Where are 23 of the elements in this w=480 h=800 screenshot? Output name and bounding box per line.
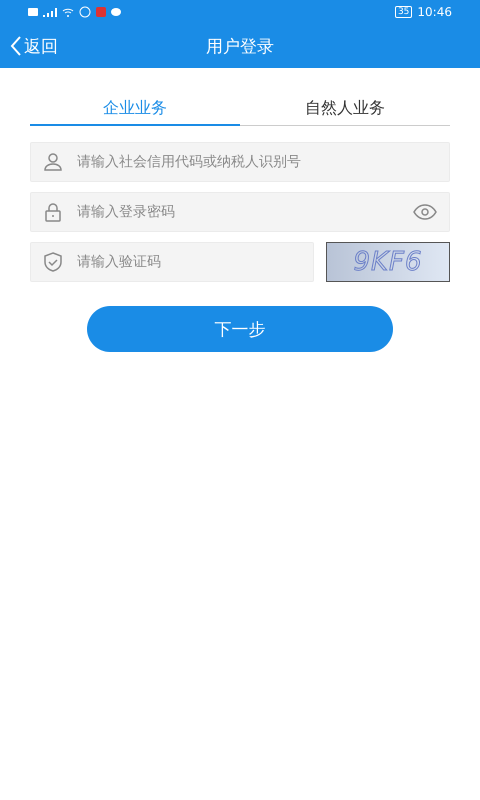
- captcha-field[interactable]: 请输入验证码: [30, 242, 314, 282]
- shield-icon: [43, 252, 63, 272]
- tab[interactable]: 自然人业务: [240, 92, 450, 126]
- wifi-icon: [62, 7, 74, 17]
- back-button[interactable]: 返回: [0, 34, 68, 58]
- app-icon: [96, 7, 106, 17]
- circle-icon: [79, 6, 91, 18]
- input-field[interactable]: 请输入社会信用代码或纳税人识别号: [30, 142, 450, 182]
- page-title: 用户登录: [206, 36, 274, 58]
- person-icon: [43, 152, 63, 172]
- clock-time: 10:46: [417, 5, 452, 19]
- signal-icon: [43, 7, 57, 17]
- text-input[interactable]: 请输入验证码: [75, 253, 301, 271]
- lock-icon: [43, 202, 63, 222]
- next-button[interactable]: 下一步: [87, 306, 393, 352]
- chevron-left-icon: [10, 35, 22, 57]
- captcha-image[interactable]: 9KF6: [326, 242, 450, 282]
- eye-icon[interactable]: [413, 204, 437, 220]
- tab[interactable]: 企业业务: [30, 92, 240, 126]
- text-input[interactable]: 请输入登录密码: [75, 203, 401, 221]
- password-field[interactable]: 请输入登录密码: [30, 192, 450, 232]
- battery-level: 35: [394, 6, 412, 18]
- text-input[interactable]: 请输入社会信用代码或纳税人识别号: [75, 153, 437, 171]
